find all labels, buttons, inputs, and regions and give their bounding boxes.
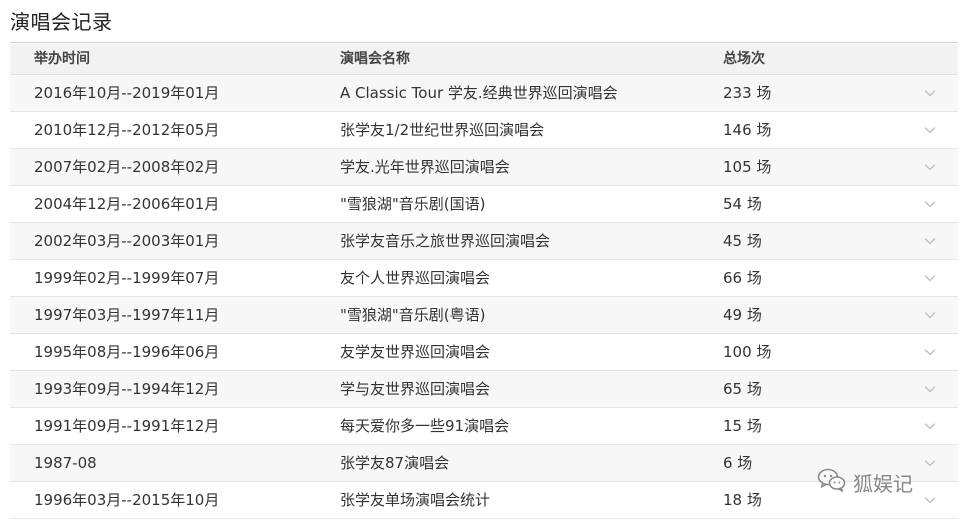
header-name: 演唱会名称	[340, 51, 410, 67]
header-date: 举办时间	[34, 51, 90, 67]
row-count: 100 场	[723, 343, 772, 361]
chevron-down-icon[interactable]	[924, 124, 936, 136]
row-name: "雪狼湖"音乐剧(粤语)	[340, 306, 486, 324]
row-name: 张学友1/2世纪世界巡回演唱会	[340, 121, 545, 139]
watermark-text: 狐娱记	[853, 471, 913, 496]
row-name: 学与友世界巡回演唱会	[340, 380, 491, 398]
table-row[interactable]: 1991年09月--1991年12月 每天爱你多一些91演唱会 15 场	[10, 408, 958, 445]
chevron-down-icon[interactable]	[924, 235, 936, 247]
chevron-down-icon[interactable]	[924, 87, 936, 99]
row-date: 2002年03月--2003年01月	[34, 232, 220, 250]
row-count: 54 场	[723, 195, 762, 213]
chevron-down-icon[interactable]	[924, 309, 936, 321]
row-date: 1991年09月--1991年12月	[34, 417, 220, 435]
row-name: 学友.光年世界巡回演唱会	[340, 158, 510, 176]
row-count: 65 场	[723, 380, 762, 398]
row-count: 6 场	[723, 454, 753, 472]
table-row[interactable]: 1993年09月--1994年12月 学与友世界巡回演唱会 65 场	[10, 371, 958, 408]
row-name: "雪狼湖"音乐剧(国语)	[340, 195, 486, 213]
table-row[interactable]: 1995年08月--1996年06月 友学友世界巡回演唱会 100 场	[10, 334, 958, 371]
row-name: 友个人世界巡回演唱会	[340, 269, 491, 287]
chevron-down-icon[interactable]	[924, 346, 936, 358]
chevron-down-icon[interactable]	[924, 161, 936, 173]
row-name: 友学友世界巡回演唱会	[340, 343, 491, 361]
table-row[interactable]: 2010年12月--2012年05月 张学友1/2世纪世界巡回演唱会 146 场	[10, 112, 958, 149]
row-count: 18 场	[723, 491, 762, 509]
row-date: 1987-08	[34, 454, 97, 472]
row-name: 张学友音乐之旅世界巡回演唱会	[340, 232, 551, 250]
row-name: A Classic Tour 学友.经典世界巡回演唱会	[340, 84, 618, 102]
table-row[interactable]: 2004年12月--2006年01月 "雪狼湖"音乐剧(国语) 54 场	[10, 186, 958, 223]
row-name: 张学友单场演唱会统计	[340, 491, 491, 509]
title-divider	[10, 42, 958, 43]
concert-table: 举办时间 演唱会名称 总场次 2016年10月--2019年01月 A Class…	[10, 44, 958, 519]
row-count: 15 场	[723, 417, 762, 435]
row-name: 每天爱你多一些91演唱会	[340, 417, 510, 435]
row-date: 2004年12月--2006年01月	[34, 195, 220, 213]
chevron-down-icon[interactable]	[924, 272, 936, 284]
row-count: 105 场	[723, 158, 772, 176]
chevron-down-icon[interactable]	[924, 420, 936, 432]
header-count: 总场次	[723, 51, 765, 67]
row-date: 2016年10月--2019年01月	[34, 84, 220, 102]
table-body: 2016年10月--2019年01月 A Classic Tour 学友.经典世界…	[10, 75, 958, 519]
row-date: 1996年03月--2015年10月	[34, 491, 220, 509]
table-row[interactable]: 1996年03月--2015年10月 张学友单场演唱会统计 18 场	[10, 482, 958, 519]
table-header: 举办时间 演唱会名称 总场次	[10, 44, 958, 75]
row-date: 1993年09月--1994年12月	[34, 380, 220, 398]
row-count: 49 场	[723, 306, 762, 324]
row-date: 1995年08月--1996年06月	[34, 343, 220, 361]
table-row[interactable]: 2002年03月--2003年01月 张学友音乐之旅世界巡回演唱会 45 场	[10, 223, 958, 260]
table-row[interactable]: 1997年03月--1997年11月 "雪狼湖"音乐剧(粤语) 49 场	[10, 297, 958, 334]
section-title: 演唱会记录	[10, 10, 113, 34]
row-date: 2010年12月--2012年05月	[34, 121, 220, 139]
table-row[interactable]: 2016年10月--2019年01月 A Classic Tour 学友.经典世界…	[10, 75, 958, 112]
table-row[interactable]: 1999年02月--1999年07月 友个人世界巡回演唱会 66 场	[10, 260, 958, 297]
row-date: 1999年02月--1999年07月	[34, 269, 220, 287]
watermark: 狐娱记	[817, 466, 957, 498]
row-count: 146 场	[723, 121, 772, 139]
row-count: 45 场	[723, 232, 762, 250]
row-count: 66 场	[723, 269, 762, 287]
row-count: 233 场	[723, 84, 772, 102]
row-name: 张学友87演唱会	[340, 454, 450, 472]
table-row[interactable]: 2007年02月--2008年02月 学友.光年世界巡回演唱会 105 场	[10, 149, 958, 186]
wechat-icon	[817, 467, 847, 497]
table-row[interactable]: 1987-08 张学友87演唱会 6 场	[10, 445, 958, 482]
row-date: 1997年03月--1997年11月	[34, 306, 220, 324]
chevron-down-icon[interactable]	[924, 383, 936, 395]
chevron-down-icon[interactable]	[924, 198, 936, 210]
row-date: 2007年02月--2008年02月	[34, 158, 220, 176]
